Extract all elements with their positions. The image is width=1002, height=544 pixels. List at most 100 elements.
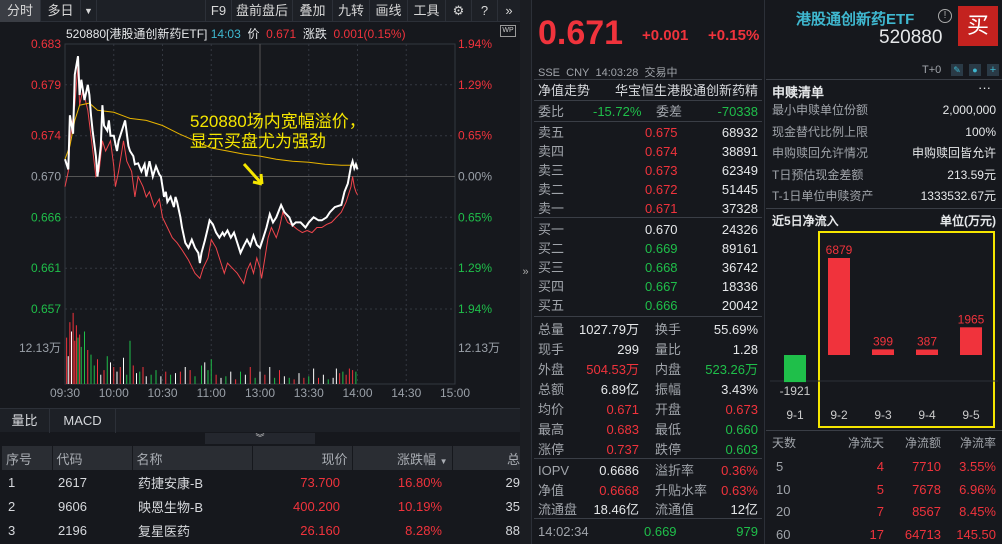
stock-change-pct: 10.19%	[397, 498, 442, 514]
netflow-date: 9-5	[962, 408, 980, 422]
bid-level: 买二	[538, 241, 565, 256]
stat-row: 总量 1027.79万 换手 55.69%	[538, 320, 758, 339]
add-icon[interactable]: +	[987, 64, 999, 76]
stat-label: IOPV	[538, 463, 570, 478]
trade-status: 交易中	[644, 67, 678, 79]
stat-value: 0.6668	[599, 482, 639, 498]
stat-label: 换手	[655, 322, 682, 337]
days: 20	[776, 504, 791, 519]
stat-row: 外盘 504.53万 内盘 523.26万	[538, 360, 758, 379]
x-tick: 11:00	[197, 386, 226, 400]
gear-icon[interactable]: ⚙	[446, 0, 472, 22]
edit-icon[interactable]: ✎	[951, 64, 963, 76]
currency: CNY	[566, 67, 590, 79]
col-code[interactable]: 代码	[52, 446, 133, 470]
y-tick-left: 0.661	[31, 261, 61, 275]
row-index: 2	[8, 498, 16, 514]
draw-line-button[interactable]: 画线	[370, 0, 408, 22]
netflow-date: 9-2	[830, 408, 848, 422]
bid-ask-diff: -70338	[717, 104, 758, 119]
creation-value: 213.59元	[947, 167, 996, 182]
ask-volume: 68932	[721, 125, 758, 140]
pre-post-market-button[interactable]: 盘前盘后	[232, 0, 293, 22]
table-row[interactable]: 3 2196 复星医药 26.160 8.28% 88	[2, 518, 520, 542]
panel-toggle[interactable]: »	[520, 0, 531, 544]
nine-turn-button[interactable]: 九转	[333, 0, 370, 22]
inflow-rate: 6.96%	[959, 481, 996, 497]
quote-panel: 0.671 +0.001 +0.15% SSE CNY 14:03:28 交易中…	[531, 0, 765, 544]
x-tick: 13:30	[294, 386, 324, 400]
ask-price: 0.674	[645, 144, 678, 159]
tab-multi-day[interactable]: 多日	[41, 0, 81, 22]
table-row[interactable]: 1 2617 药捷安康-B 73.700 16.80% 29	[2, 470, 520, 494]
t0-badge: T+0	[922, 64, 942, 76]
col-price[interactable]: 现价	[252, 446, 353, 470]
col-change-pct[interactable]: 涨跌幅 ▼	[352, 446, 453, 470]
netflow-bar	[916, 349, 938, 355]
col-index[interactable]: 序号	[2, 446, 53, 470]
inflow-days: 7	[876, 504, 884, 519]
tab-intraday[interactable]: 分时	[0, 0, 41, 22]
col-total[interactable]: 总	[452, 446, 520, 470]
bid-price: 0.668	[645, 260, 678, 275]
bid-ask-ratio: -15.72%	[593, 104, 642, 119]
x-tick: 10:00	[99, 386, 129, 400]
row-index: 1	[8, 474, 16, 490]
volume-label-right: 12.13万	[458, 341, 500, 355]
bid-ask-ratio-label: 委比	[538, 104, 565, 119]
days: 60	[776, 526, 791, 542]
price-chart[interactable]: 0.683 1.94% 0.679 1.29% 0.674 0.65% 0.670 0.00%…	[0, 22, 520, 408]
y-tick-left: 0.679	[31, 78, 61, 92]
inflow-rate: 3.55%	[959, 459, 996, 474]
bid-row: 买二 0.669 89161	[538, 239, 758, 258]
f9-button[interactable]: F9	[205, 0, 232, 22]
annotation-line-1: 520880场内宽幅溢价，	[190, 112, 366, 131]
netflow-bar	[828, 258, 850, 355]
tab-macd[interactable]: MACD	[50, 409, 116, 433]
chart-toolbar: 分时 多日 ▼ F9 盘前盘后 叠加 九转 画线 工具 ⚙ ? »	[0, 0, 520, 22]
stock-code: 9606	[58, 498, 87, 514]
market: SSE	[538, 67, 561, 79]
tools-button[interactable]: 工具	[408, 0, 446, 22]
inflow-amount: 7678	[912, 481, 941, 497]
ask-level: 卖三	[538, 163, 565, 178]
col-name[interactable]: 名称	[132, 446, 253, 470]
sort-desc-icon: ▼	[439, 456, 448, 466]
inflow-days: 5	[876, 481, 884, 497]
more-button[interactable]: ···	[978, 80, 991, 95]
expand-icon[interactable]: »	[498, 0, 520, 22]
inflow-amount: 8567	[912, 504, 941, 519]
bid-row: 买一 0.670 24326	[538, 220, 758, 239]
creation-value: 申购赎回皆允许	[911, 146, 996, 160]
stock-name: 药捷安康-B	[138, 475, 204, 491]
market-info: SSE CNY 14:03:28 交易中	[538, 64, 677, 80]
stat-value: 523.26万	[705, 362, 758, 377]
buy-button[interactable]: 买	[958, 6, 998, 46]
overlay-button[interactable]: 叠加	[293, 0, 333, 22]
stat-value: 55.69%	[713, 322, 758, 337]
stock-code: 2617	[58, 474, 87, 490]
nav-trend-label[interactable]: 净值走势	[538, 81, 590, 100]
etf-info-panel: 港股通创新药ETF ! 520880 买 T+0 ✎ ● + 申赎清单 ··· …	[766, 0, 1002, 544]
x-tick: 15:00	[440, 386, 470, 400]
netflow-title: 近5日净流入	[772, 214, 839, 228]
stat-label: 振幅	[655, 382, 682, 397]
tab-volume-ratio[interactable]: 量比	[0, 409, 50, 433]
stat-label: 流通盘	[538, 502, 578, 517]
table-row[interactable]: 2 9606 映恩生物-B 400.200 10.19% 35	[2, 494, 520, 518]
info-icon[interactable]: !	[938, 9, 952, 23]
help-icon[interactable]: ?	[472, 0, 498, 22]
collapse-icon[interactable]: ︾	[205, 433, 315, 444]
inflow-rate: 8.45%	[959, 504, 996, 519]
etf-stat-row: IOPV 0.6686 溢折率 0.36%	[538, 461, 758, 480]
stat-value: 504.53万	[586, 362, 639, 377]
ask-volume: 62349	[721, 163, 758, 178]
dropdown-icon[interactable]: ▼	[81, 0, 97, 22]
ask-price: 0.673	[645, 163, 678, 178]
creation-label: 最小申赎单位份额	[772, 103, 869, 117]
bell-icon[interactable]: ●	[969, 64, 981, 76]
y-tick-right: 1.94%	[458, 302, 492, 316]
tracking-index: 华宝恒生港股通创新药精	[614, 83, 758, 98]
arrow-icon	[242, 162, 264, 186]
stat-value: 12亿	[730, 502, 758, 517]
